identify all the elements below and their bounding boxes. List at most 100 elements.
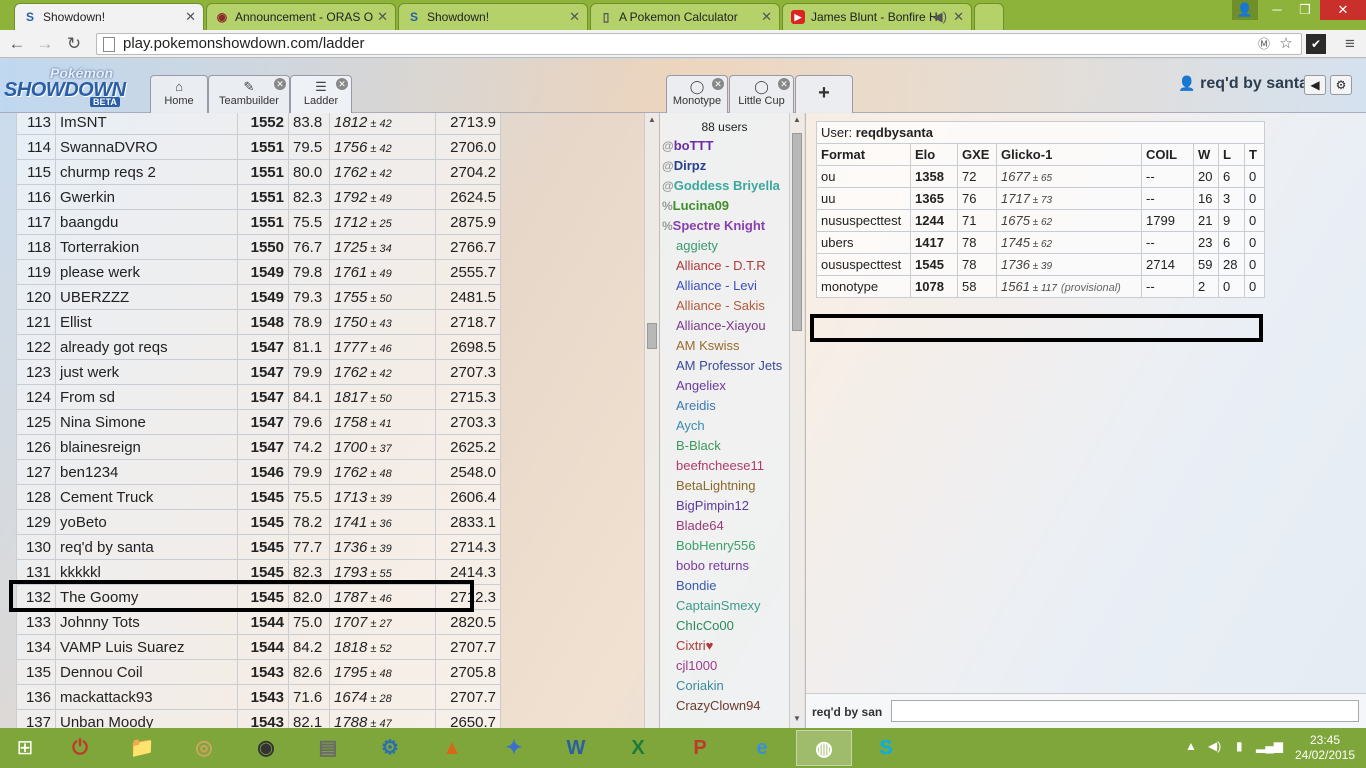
wing-app-icon[interactable]: ✦	[486, 730, 542, 766]
scroll-thumb[interactable]	[792, 133, 802, 331]
userlist-item[interactable]: Alliance - D.T.R	[660, 256, 789, 276]
window-close-icon[interactable]: ✕	[1320, 0, 1366, 20]
userlist-item[interactable]: Aych	[660, 416, 789, 436]
ladder-player-name[interactable]: Torterrakion	[55, 234, 238, 260]
userlist-item[interactable]: @Dirpz	[660, 156, 789, 176]
close-icon[interactable]: ✕	[569, 9, 580, 25]
url-bar[interactable]: play.pokemonshowdown.com/ladder	[96, 33, 1302, 55]
ladder-player-name[interactable]: SwannaDVRO	[55, 134, 238, 160]
userlist-item[interactable]: %Lucina09	[660, 196, 789, 216]
userlist-item[interactable]: Alliance - Sakis	[660, 296, 789, 316]
userlist-item[interactable]: CrazyClown94	[660, 696, 789, 716]
back-icon[interactable]: ←	[6, 34, 28, 54]
matlab-icon[interactable]: ▲	[424, 730, 480, 766]
sound-icon[interactable]: ◀	[1304, 75, 1326, 95]
userlist-item[interactable]: beefncheese11	[660, 456, 789, 476]
close-icon[interactable]: ✕	[953, 9, 964, 25]
forward-icon[interactable]: →	[34, 34, 56, 54]
userlist-scrollbar[interactable]: ▲ ▼	[789, 113, 804, 728]
close-icon[interactable]: ✕	[377, 9, 388, 25]
userlist-item[interactable]: Coriakin	[660, 676, 789, 696]
scroll-up-icon[interactable]: ▲	[645, 115, 659, 127]
userlist-item[interactable]: Blade64	[660, 516, 789, 536]
ladder-player-name[interactable]: Ellist	[55, 309, 238, 335]
userlist-item[interactable]: cjl1000	[660, 656, 789, 676]
chrome-icon[interactable]: ◍	[796, 730, 852, 766]
browser-tab-2[interactable]: ◉ Announcement - ORAS O ✕	[206, 3, 396, 30]
ladder-player-name[interactable]: From sd	[55, 384, 238, 410]
ladder-player-name[interactable]: Nina Simone	[55, 409, 238, 435]
network-signal-icon[interactable]: ▂▄▆	[1256, 739, 1283, 753]
ladder-player-name[interactable]: Unban Moody	[55, 709, 238, 728]
userlist-item[interactable]: @boTTT	[660, 136, 789, 156]
close-icon[interactable]: ✕	[185, 9, 196, 25]
userlist-item[interactable]: B-Black	[660, 436, 789, 456]
ladder-player-name[interactable]: Gwerkin	[55, 184, 238, 210]
close-icon[interactable]: ✕	[761, 9, 772, 25]
userlist-item[interactable]: bobo returns	[660, 556, 789, 576]
userlist-item[interactable]: Bondie	[660, 576, 789, 596]
battery-icon[interactable]: ▮	[1236, 739, 1243, 753]
tab-little-cup-room[interactable]: ◯ Little Cup ✕	[729, 75, 794, 113]
scroll-thumb[interactable]	[647, 323, 657, 349]
chat-input[interactable]	[891, 700, 1359, 722]
reload-icon[interactable]: ↻	[63, 34, 85, 54]
volume-icon[interactable]: ◀)	[1208, 739, 1221, 753]
userlist-item[interactable]: aggiety	[660, 236, 789, 256]
file-explorer-icon[interactable]: 📁	[114, 730, 170, 766]
ladder-player-name[interactable]: Cement Truck	[55, 484, 238, 510]
power-app-icon[interactable]: ⏻	[52, 730, 108, 766]
norton-extension-icon[interactable]: ✔	[1306, 34, 1326, 54]
ladder-player-name[interactable]: req'd by santa	[55, 534, 238, 560]
browser-tab-1[interactable]: S Showdown! ✕	[14, 3, 204, 30]
close-icon[interactable]: ✕	[274, 78, 286, 90]
ladder-scrollbar[interactable]: ▲	[644, 113, 659, 728]
browser-tab-4[interactable]: ▯ A Pokemon Calculator ✕	[590, 3, 780, 30]
ladder-player-name[interactable]: yoBeto	[55, 509, 238, 535]
word-icon[interactable]: W	[548, 730, 604, 766]
document-app-icon[interactable]: ▤	[300, 730, 356, 766]
ladder-player-name[interactable]: baangdu	[55, 209, 238, 235]
userlist-item[interactable]: Alliance - Levi	[660, 276, 789, 296]
userlist-item[interactable]: @Goddess Briyella	[660, 176, 789, 196]
ladder-player-name[interactable]: ben1234	[55, 459, 238, 485]
userlist-item[interactable]: BigPimpin12	[660, 496, 789, 516]
current-user[interactable]: 👤 req'd by santa	[1178, 75, 1308, 93]
ladder-player-name[interactable]: churmp reqs 2	[55, 159, 238, 185]
ladder-player-name[interactable]: Johnny Tots	[55, 609, 238, 635]
close-icon[interactable]: ✕	[336, 78, 348, 90]
extension-icon[interactable]: Ⓜ	[1254, 34, 1274, 54]
userlist-item[interactable]: CaptainSmexy	[660, 596, 789, 616]
ladder-player-name[interactable]: blainesreign	[55, 434, 238, 460]
menu-icon[interactable]: ≡	[1340, 34, 1360, 54]
disc-app-icon[interactable]: ◎	[176, 730, 232, 766]
ladder-player-name[interactable]: just werk	[55, 359, 238, 385]
skype-icon[interactable]: S	[858, 730, 914, 766]
userlist-item[interactable]: Angeliex	[660, 376, 789, 396]
gear-icon[interactable]: ⚙	[1330, 75, 1352, 95]
show-hidden-icons-icon[interactable]: ▲	[1185, 739, 1197, 753]
userlist-item[interactable]: Alliance-Xiayou	[660, 316, 789, 336]
close-icon[interactable]: ✕	[778, 78, 790, 90]
ladder-player-name[interactable]: Dennou Coil	[55, 659, 238, 685]
tab-ladder[interactable]: ☰ Ladder ✕	[290, 75, 352, 113]
userlist-item[interactable]: AM Professor Jets	[660, 356, 789, 376]
new-tab-button[interactable]	[974, 3, 1004, 30]
taskbar-clock[interactable]: 23:45 24/02/2015	[1290, 733, 1360, 763]
close-icon[interactable]: ✕	[712, 78, 724, 90]
showdown-logo[interactable]: Pokémon SHOWDOWN BETA	[4, 65, 146, 107]
ladder-player-name[interactable]: ImSNT	[55, 113, 238, 135]
ladder-player-name[interactable]: UBERZZZ	[55, 284, 238, 310]
ladder-player-name[interactable]: VAMP Luis Suarez	[55, 634, 238, 660]
ladder-player-name[interactable]: already got reqs	[55, 334, 238, 360]
tab-monotype-room[interactable]: ◯ Monotype ✕	[666, 75, 728, 113]
internet-explorer-icon[interactable]: e	[734, 730, 790, 766]
chrome-user-icon[interactable]: 👤	[1232, 0, 1258, 20]
minimize-icon[interactable]: ─	[1262, 0, 1292, 20]
userlist-item[interactable]: BetaLightning	[660, 476, 789, 496]
userlist-item[interactable]: AM Kswiss	[660, 336, 789, 356]
settings-app-icon[interactable]: ⚙	[362, 730, 418, 766]
scroll-up-icon[interactable]: ▲	[790, 115, 804, 127]
ladder-player-name[interactable]: please werk	[55, 259, 238, 285]
userlist-item[interactable]: BobHenry556	[660, 536, 789, 556]
